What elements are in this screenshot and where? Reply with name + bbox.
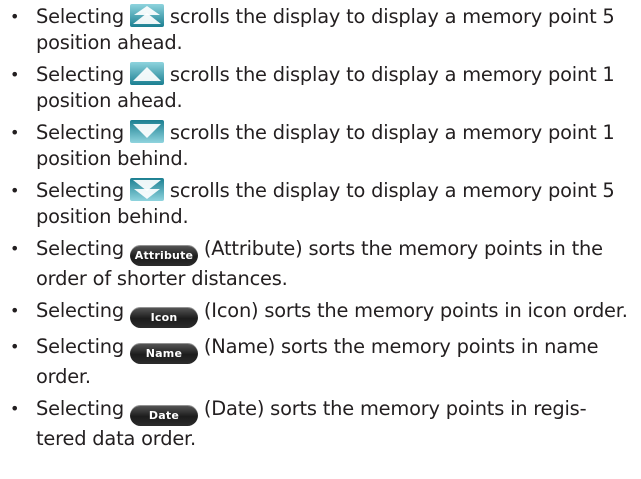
item-text-before: Selecting: [36, 299, 130, 322]
item-text-before: Selecting: [36, 121, 130, 144]
bullet: •: [10, 7, 20, 26]
list-item-scroll-5-behind: • Selecting scrolls the display to displ…: [4, 178, 632, 230]
item-text-before: Selecting: [36, 179, 130, 202]
attribute-button: Attribute: [129, 245, 198, 266]
item-text-before: Selecting: [36, 237, 130, 260]
item-text-after: (Icon) sorts the memory points in icon o…: [197, 299, 628, 322]
list-item-scroll-1-behind: • Selecting scrolls the display to displ…: [4, 120, 632, 172]
up-arrow-icon: [129, 62, 164, 85]
instruction-list: • Selecting scrolls the display to displ…: [4, 4, 632, 458]
icon-button: Icon: [129, 307, 198, 328]
double-down-arrow-icon: [129, 178, 164, 201]
item-text-before: Selecting: [36, 335, 130, 358]
list-item-scroll-1-ahead: • Selecting scrolls the display to displ…: [4, 62, 632, 114]
bullet: •: [10, 399, 20, 418]
list-item-sort-date: • Selecting Date (Date) sorts the memory…: [4, 396, 632, 452]
date-button: Date: [129, 405, 198, 426]
list-item-sort-name: • Selecting Name (Name) sorts the memory…: [4, 334, 632, 390]
item-text-before: Selecting: [36, 63, 130, 86]
item-text-before: Selecting: [36, 5, 130, 28]
bullet: •: [10, 181, 20, 200]
bullet: •: [10, 65, 20, 84]
name-button: Name: [129, 343, 198, 364]
item-text-before: Selecting: [36, 397, 130, 420]
bullet: •: [10, 123, 20, 142]
bullet: •: [10, 239, 20, 258]
list-item-sort-attribute: • Selecting Attribute (Attribute) sorts …: [4, 236, 632, 292]
double-up-arrow-icon: [129, 4, 164, 27]
list-item-sort-icon: • Selecting Icon (Icon) sorts the memory…: [4, 298, 632, 328]
bullet: •: [10, 337, 20, 356]
bullet: •: [10, 301, 20, 320]
down-arrow-icon: [129, 120, 164, 143]
list-item-scroll-5-ahead: • Selecting scrolls the display to displ…: [4, 4, 632, 56]
